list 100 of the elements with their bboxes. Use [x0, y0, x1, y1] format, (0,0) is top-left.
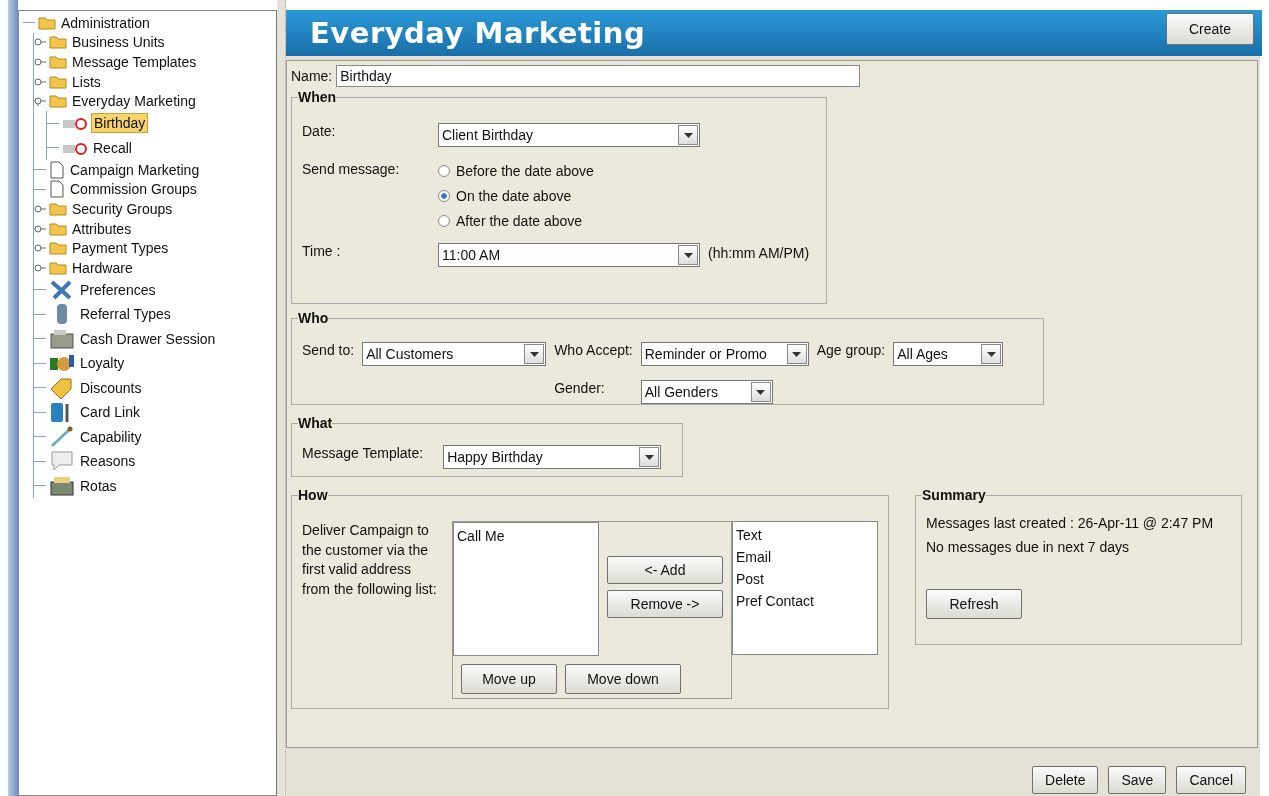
caret-icon	[792, 351, 802, 357]
box-icon	[49, 474, 75, 497]
refresh-button[interactable]: Refresh	[926, 589, 1022, 619]
remove-button[interactable]: Remove ->	[607, 590, 723, 618]
date-label: Date:	[302, 123, 337, 139]
caret-icon	[683, 252, 693, 258]
tree-item[interactable]: Cash Drawer Session	[78, 329, 218, 348]
radio-label: After the date above	[456, 213, 583, 229]
tree-item[interactable]: Birthday	[91, 113, 149, 134]
tree-item[interactable]: Loyalty	[78, 354, 127, 373]
time-format-hint: (hh:mm AM/PM)	[708, 244, 811, 261]
tree-item[interactable]: Payment Types	[70, 239, 171, 258]
send-to-label: Send to:	[302, 342, 355, 358]
tree-item[interactable]: Attributes	[70, 219, 134, 238]
tree-item[interactable]: Everyday Marketing	[70, 92, 198, 111]
who-legend: Who	[298, 310, 329, 326]
folder-icon	[38, 15, 56, 30]
messages-due-text: No messages due in next 7 days	[926, 539, 1131, 555]
expander-icon[interactable]	[34, 203, 46, 214]
move-down-button[interactable]: Move down	[565, 664, 681, 694]
radio-button[interactable]	[438, 165, 450, 177]
document-icon	[49, 180, 65, 199]
what-legend: What	[298, 415, 333, 431]
tree-item[interactable]: Referral Types	[78, 305, 173, 324]
footer-button[interactable]: Cancel	[1176, 766, 1246, 794]
when-legend: When	[298, 89, 337, 105]
message-template-dropdown[interactable]: Happy Birthday	[443, 445, 662, 469]
footer-button[interactable]: Save	[1108, 766, 1167, 794]
expander-icon[interactable]	[34, 243, 46, 254]
last-created-text: Messages last created : 26-Apr-11 @ 2:47 PM	[926, 515, 1215, 531]
document-icon	[49, 160, 65, 179]
tree-item[interactable]: Lists	[70, 72, 103, 91]
tree-item[interactable]: Reasons	[78, 452, 138, 471]
caret-icon	[756, 389, 766, 395]
tree-item[interactable]: Preferences	[78, 280, 158, 299]
folder-icon	[49, 74, 67, 89]
brush-icon	[49, 425, 75, 448]
folder-icon	[49, 55, 67, 69]
register-icon	[49, 327, 75, 350]
tree-item[interactable]: Recall	[91, 138, 134, 157]
who-accept-label: Who Accept:	[554, 342, 633, 358]
how-description: Deliver Campaign to the customer via the first valid address from the following list:	[302, 521, 438, 599]
list-item[interactable]: Text	[736, 524, 874, 546]
folder-icon	[49, 221, 67, 236]
expander-icon[interactable]	[34, 96, 46, 107]
footer-button[interactable]: Delete	[1032, 766, 1099, 794]
add-button[interactable]: <- Add	[607, 556, 723, 584]
tree-item[interactable]: Administration	[59, 13, 152, 32]
tree-item[interactable]: Card Link	[78, 403, 142, 422]
radio-label: Before the date above	[456, 163, 594, 179]
tree-item[interactable]: Message Templates	[70, 53, 199, 71]
speech-icon	[49, 450, 75, 473]
name-field[interactable]: Birthday	[336, 65, 861, 87]
move-up-button[interactable]: Move up	[461, 664, 557, 694]
radio-button[interactable]	[438, 215, 450, 227]
caret-icon	[529, 351, 539, 357]
list-item[interactable]: Call Me	[457, 525, 595, 547]
tree-item[interactable]: Discounts	[78, 378, 144, 397]
time-dropdown[interactable]: 11:00 AM	[438, 243, 700, 267]
send-message-label: Send message:	[302, 161, 401, 177]
expander-icon[interactable]	[34, 37, 46, 48]
folder-icon	[49, 260, 67, 275]
gender-label: Gender:	[554, 380, 606, 396]
summary-legend: Summary	[922, 487, 986, 503]
gender-dropdown[interactable]: All Genders	[640, 380, 773, 404]
who-accept-dropdown[interactable]: Reminder or Promo	[640, 342, 809, 366]
expander-icon[interactable]	[34, 76, 46, 87]
folder-icon	[49, 35, 67, 50]
folder-icon	[49, 201, 67, 216]
tree-item[interactable]: Capability	[78, 427, 144, 446]
page-title: Everyday Marketing	[310, 16, 646, 50]
list-item[interactable]: Email	[736, 546, 874, 568]
radio-label: On the date above	[456, 188, 572, 204]
age-group-label: Age group:	[816, 342, 886, 358]
tree-item[interactable]: Commission Groups	[68, 180, 199, 199]
create-button[interactable]: Create	[1166, 13, 1254, 45]
caret-icon	[683, 132, 693, 138]
list-item[interactable]: Post	[736, 568, 874, 590]
caret-icon	[644, 454, 654, 460]
list-item[interactable]: Pref Contact	[736, 590, 874, 612]
tree-item[interactable]: Hardware	[70, 258, 135, 277]
date-dropdown[interactable]: Client Birthday	[438, 123, 700, 147]
tree-item[interactable]: Business Units	[70, 33, 167, 52]
folder-icon	[49, 241, 67, 256]
send-to-dropdown[interactable]: All Customers	[362, 342, 547, 366]
expander-icon[interactable]	[34, 223, 46, 234]
splitter-handle[interactable]	[277, 0, 286, 796]
tree-item[interactable]: Security Groups	[70, 199, 175, 218]
tree-item[interactable]: Campaign Marketing	[68, 160, 202, 179]
expander-icon[interactable]	[34, 262, 46, 273]
expander-icon[interactable]	[34, 57, 46, 67]
time-label: Time :	[302, 243, 342, 259]
caret-icon	[986, 351, 996, 357]
tree-item[interactable]: Rotas	[78, 476, 119, 495]
radio-button[interactable]	[438, 190, 450, 202]
folder-icon	[49, 94, 67, 109]
name-label: Name:	[291, 68, 333, 84]
how-legend: How	[298, 487, 328, 503]
message-template-label: Message Template:	[302, 445, 424, 463]
age-group-dropdown[interactable]: All Ages	[893, 342, 1004, 366]
